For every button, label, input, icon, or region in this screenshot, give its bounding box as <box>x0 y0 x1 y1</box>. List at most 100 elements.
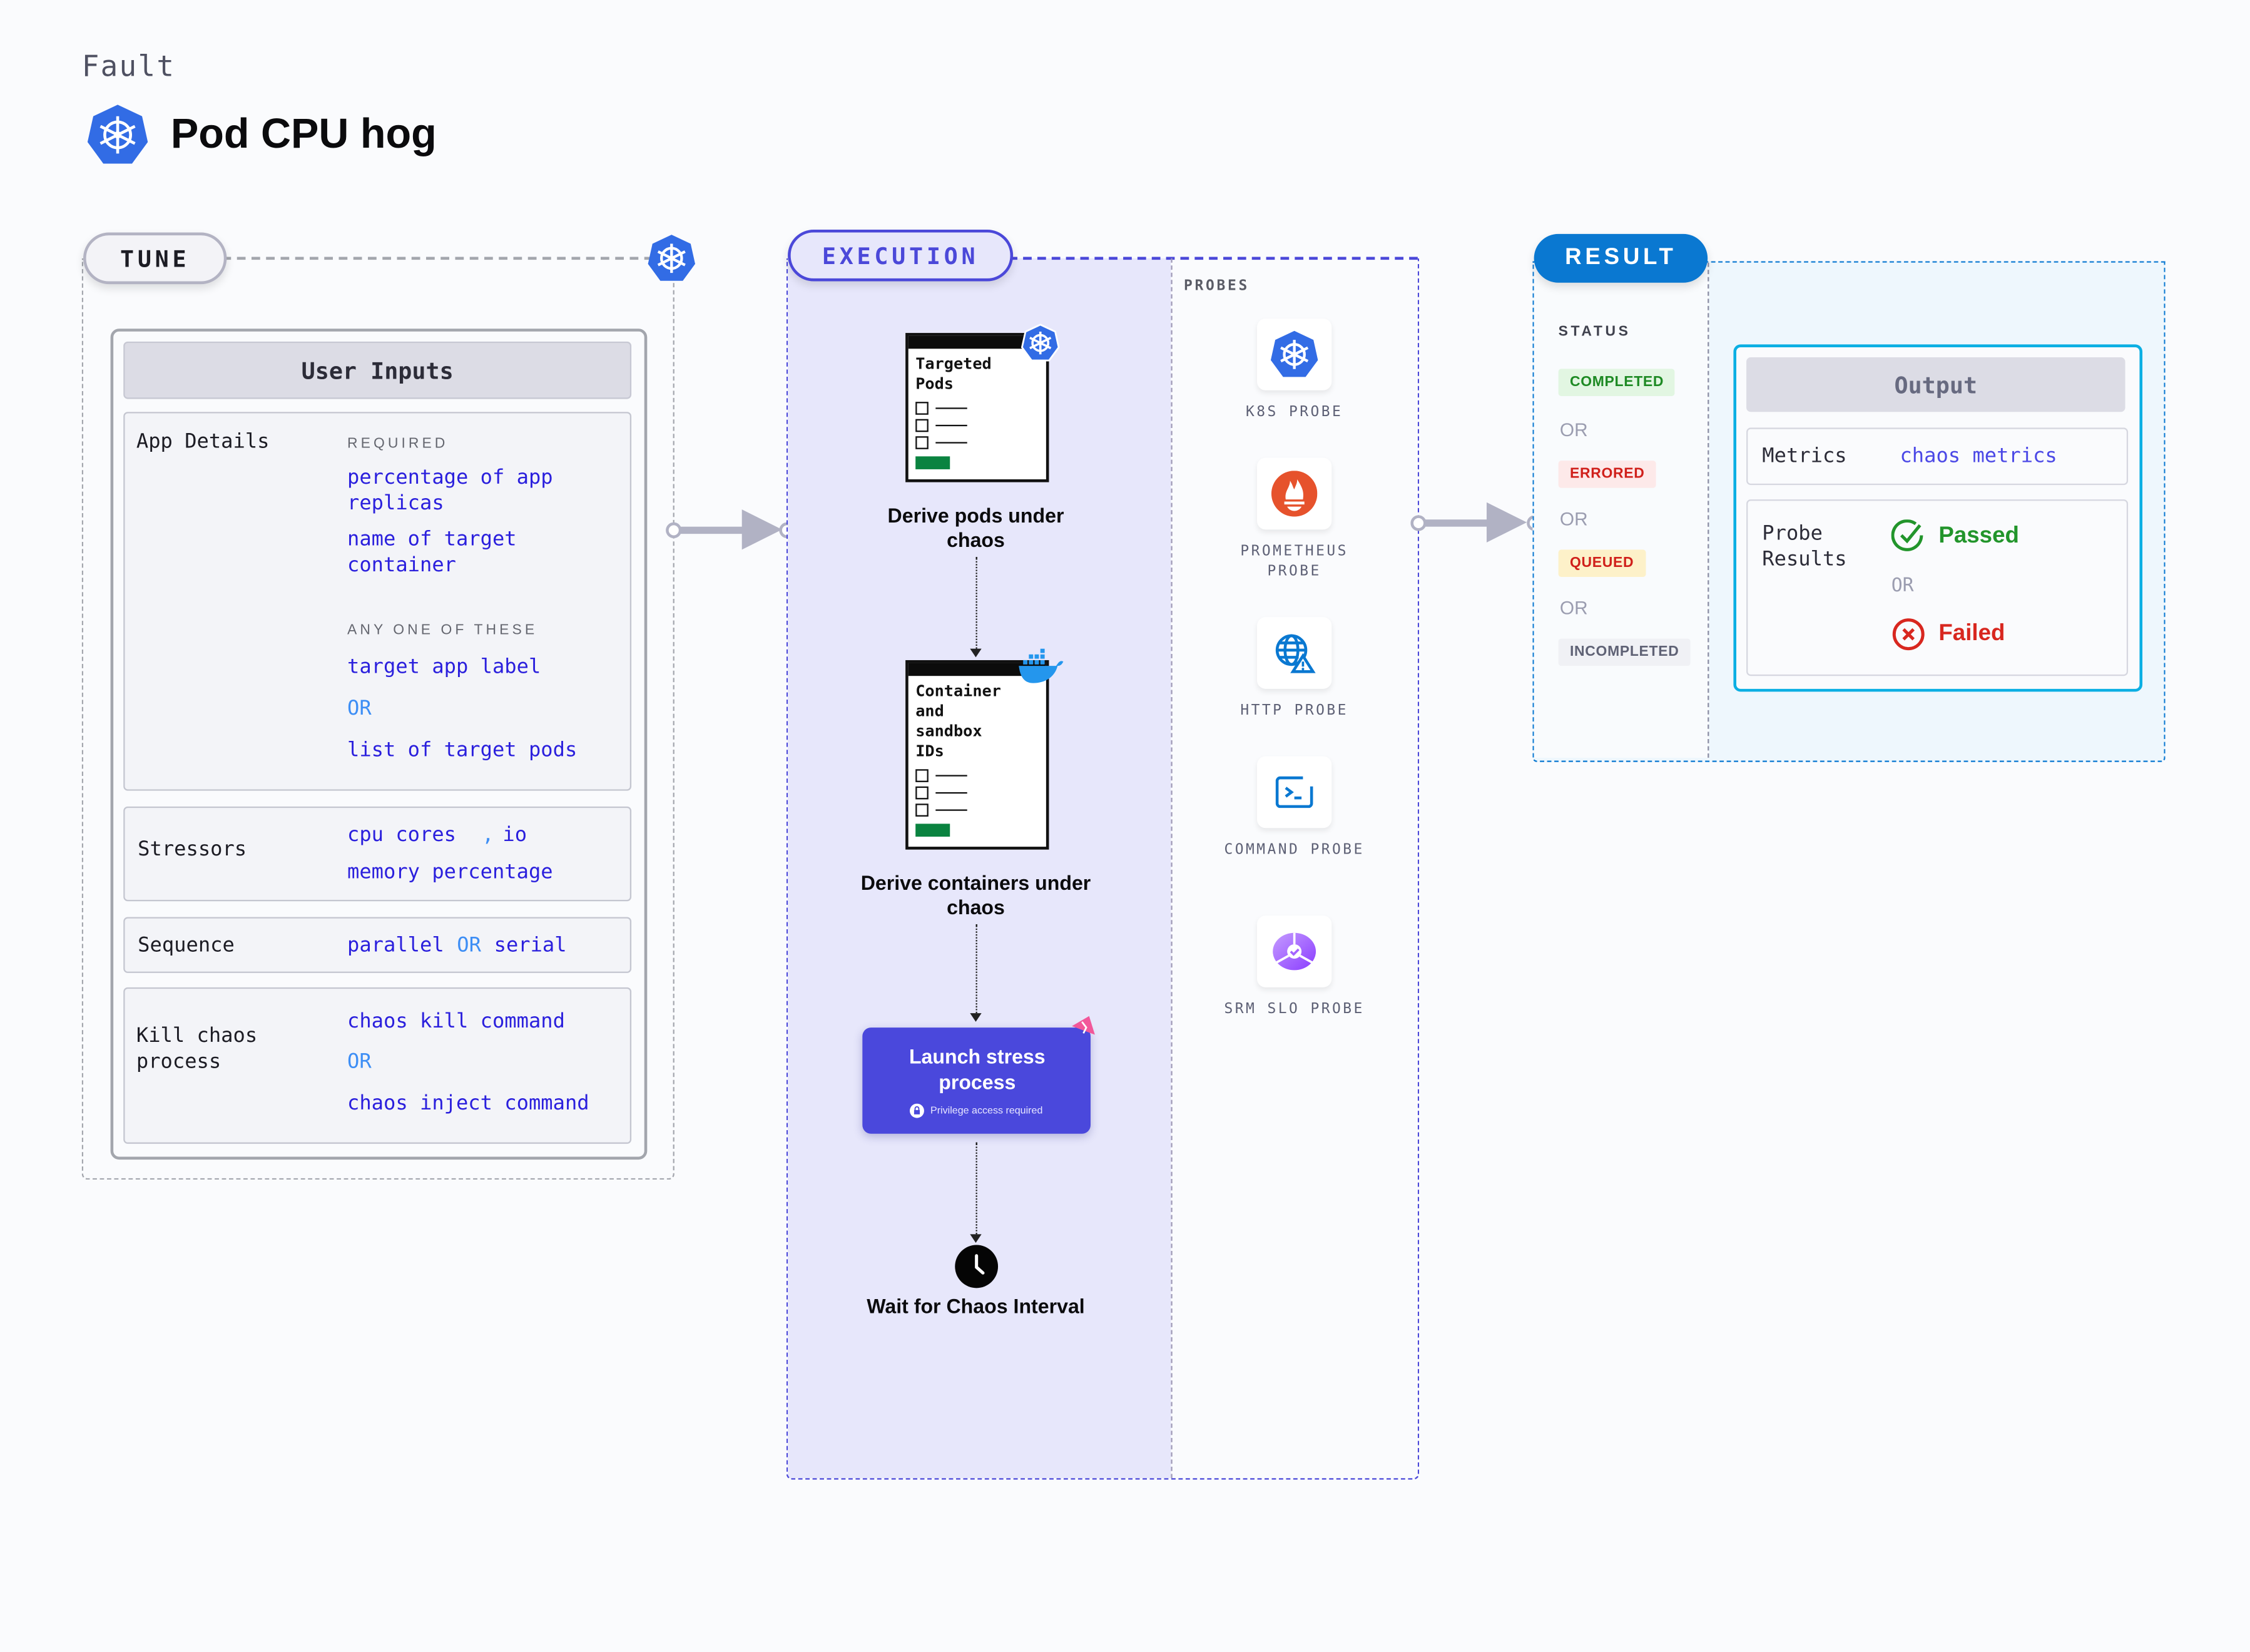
sequence-group: Sequence parallel OR serial <box>123 917 632 973</box>
status-badge-incompleted: INCOMPLETED <box>1558 638 1691 666</box>
input-list-of-target-pods: list of target pods <box>347 739 578 762</box>
docker-icon <box>1019 648 1064 683</box>
flow-connector <box>975 924 977 1014</box>
probe-k8s[interactable]: K8S PROBE <box>1208 319 1380 423</box>
kubernetes-icon <box>1270 330 1318 377</box>
output-title: Output <box>1746 357 2125 412</box>
flow-arrowhead <box>970 648 982 658</box>
lock-icon <box>910 1103 925 1118</box>
prometheus-icon <box>1271 471 1318 517</box>
chaos-icon <box>1072 1016 1095 1035</box>
kill-chaos-group: Kill chaos process chaos kill command OR… <box>123 987 632 1144</box>
user-inputs-title: User Inputs <box>123 341 632 399</box>
probe-command[interactable]: COMMAND PROBE <box>1208 756 1380 861</box>
kubernetes-icon <box>1021 324 1060 362</box>
sequence-label: Sequence <box>138 934 235 957</box>
page-title: Pod CPU hog <box>170 111 437 158</box>
input-serial: serial <box>494 934 567 957</box>
green-status-bar <box>915 456 950 469</box>
title-row: Pod CPU hog <box>84 102 437 168</box>
x-circle-icon <box>1892 618 1925 651</box>
kubernetes-icon <box>87 105 148 164</box>
container-ids-title: Container and sandbox IDs <box>915 681 1001 761</box>
step-derive-pods: Derive pods under chaos <box>887 503 1064 551</box>
clock-icon <box>955 1245 999 1288</box>
tune-tab[interactable]: TUNE <box>83 232 227 285</box>
fault-diagram: Fault Pod CPU hog TUNE User Inputs App D… <box>0 0 2250 1652</box>
status-badge-completed: COMPLETED <box>1558 369 1676 396</box>
comma-separator: , <box>482 823 494 847</box>
input-cpu-cores: cpu cores <box>347 823 456 847</box>
flow-arrowhead <box>970 1013 982 1022</box>
input-percentage-of-app-replicas: percentage of app replicas <box>347 466 553 516</box>
input-chaos-kill-command: chaos kill command <box>347 1010 565 1034</box>
input-parallel: parallel <box>347 934 444 957</box>
passed-label: Passed <box>1938 524 2019 549</box>
input-name-of-target-container: name of target container <box>347 528 517 577</box>
metrics-label: Metrics <box>1762 444 1847 468</box>
probe-label: PROMETHEUS PROBE <box>1240 544 1348 580</box>
required-caption: REQUIRED <box>347 436 449 452</box>
or-separator: OR <box>457 934 481 957</box>
or-separator: OR <box>1559 419 1588 441</box>
checklist-item <box>915 399 1039 417</box>
green-status-bar <box>915 823 950 837</box>
probe-srm-slo[interactable]: SRM SLO PROBE <box>1208 915 1380 1020</box>
execution-divider <box>1171 258 1173 1479</box>
input-target-app-label: target app label <box>347 656 541 679</box>
execution-tab[interactable]: EXECUTION <box>788 229 1014 282</box>
status-badge-queued: QUEUED <box>1558 549 1646 577</box>
execution-frame-top <box>1009 257 1418 260</box>
input-chaos-inject-command: chaos inject command <box>347 1092 589 1115</box>
flow-arrowhead <box>970 1234 982 1243</box>
container-ids-card: Container and sandbox IDs <box>905 660 1049 850</box>
probe-results-row: Probe Results Passed OR Failed <box>1746 499 2129 676</box>
or-separator: OR <box>347 697 372 721</box>
tune-to-execution-arrow <box>666 509 796 550</box>
privilege-note-text: Privilege access required <box>930 1106 1043 1116</box>
check-circle-icon <box>1891 519 1923 551</box>
flow-connector <box>975 556 977 649</box>
probe-label: K8S PROBE <box>1246 404 1343 421</box>
slo-icon <box>1273 932 1316 971</box>
metrics-value: chaos metrics <box>1900 444 2057 468</box>
metrics-row: Metrics chaos metrics <box>1746 427 2129 486</box>
launch-stress-process-step: Launch stress process Privilege access r… <box>862 1027 1091 1134</box>
app-details-group: App Details REQUIRED percentage of app r… <box>123 412 632 791</box>
input-io: io <box>502 823 527 847</box>
category-label: Fault <box>81 48 176 84</box>
flow-connector <box>975 1142 977 1235</box>
privilege-note: Privilege access required <box>862 1103 1091 1118</box>
probes-caption: PROBES <box>1184 278 1250 295</box>
execution-to-result-arrow <box>1410 502 1543 543</box>
checklist-item <box>915 783 1039 801</box>
stressors-label: Stressors <box>138 838 247 862</box>
checklist-item <box>915 416 1039 434</box>
tune-frame-top <box>222 257 653 260</box>
probe-http[interactable]: HTTP PROBE <box>1208 617 1380 721</box>
probe-prometheus[interactable]: PROMETHEUS PROBE <box>1208 457 1380 583</box>
status-caption: STATUS <box>1558 324 1631 340</box>
kubernetes-icon <box>648 235 696 281</box>
status-badge-errored: ERRORED <box>1558 461 1656 488</box>
checklist-item <box>915 767 1039 784</box>
sequence-values: parallel OR serial <box>347 934 567 957</box>
checklist-item <box>915 801 1039 818</box>
result-tab[interactable]: RESULT <box>1534 233 1708 283</box>
stressors-row-1: cpu cores , io <box>347 823 527 847</box>
probe-label: COMMAND PROBE <box>1224 842 1365 859</box>
input-memory-percentage: memory percentage <box>347 861 553 884</box>
terminal-icon <box>1275 776 1313 808</box>
step-wait-for-chaos-interval: Wait for Chaos Interval <box>867 1294 1085 1318</box>
any-one-caption: ANY ONE OF THESE <box>347 623 538 639</box>
app-details-label: App Details <box>136 431 270 454</box>
checklist-item <box>915 434 1039 451</box>
probe-results-label: Probe Results <box>1762 522 1847 571</box>
failed-label: Failed <box>1938 621 2005 646</box>
or-separator: OR <box>1559 597 1588 619</box>
step-derive-containers: Derive containers under chaos <box>860 871 1091 919</box>
or-separator: OR <box>1891 575 1914 598</box>
probe-label: HTTP PROBE <box>1240 703 1348 719</box>
kill-chaos-label: Kill chaos process <box>136 1024 258 1074</box>
stressors-group: Stressors cpu cores , io memory percenta… <box>123 806 632 902</box>
